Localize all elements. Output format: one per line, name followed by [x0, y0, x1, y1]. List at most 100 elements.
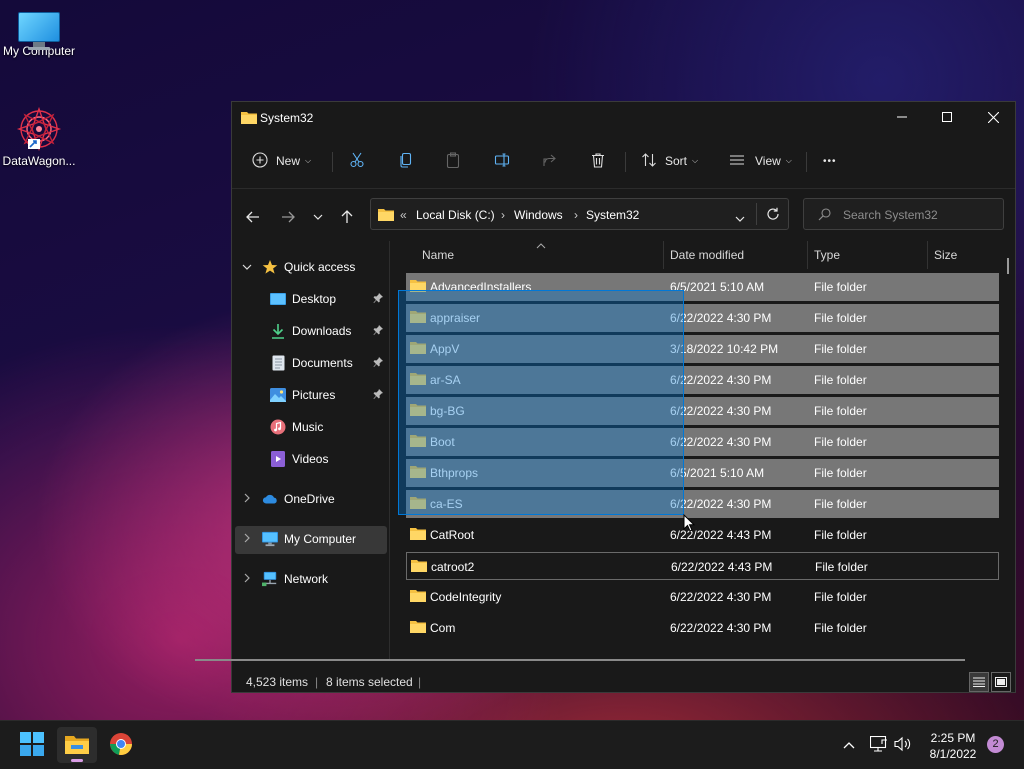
- table-row[interactable]: catroot2 6/22/2022 4:43 PM File folder: [406, 552, 999, 580]
- more-options-button[interactable]: •••: [823, 149, 837, 173]
- close-button[interactable]: [970, 102, 1016, 132]
- file-date: 6/5/2021 5:10 AM: [670, 280, 765, 294]
- file-type: File folder: [814, 373, 867, 387]
- sort-button[interactable]: Sort ⌵: [641, 149, 698, 173]
- breadcrumb-separator: ›: [574, 208, 578, 222]
- taskbar-file-explorer[interactable]: [57, 727, 97, 763]
- table-row[interactable]: Com 6/22/2022 4:30 PM File folder: [406, 614, 999, 642]
- title-bar[interactable]: System32: [232, 102, 1015, 134]
- new-button[interactable]: New ⌵: [252, 149, 311, 173]
- file-name: AppV: [430, 342, 460, 356]
- folder-icon: [410, 620, 426, 637]
- breadcrumb-overflow[interactable]: «: [400, 208, 407, 222]
- search-placeholder: Search System32: [843, 208, 938, 222]
- column-divider[interactable]: [663, 241, 664, 269]
- chevron-down-icon[interactable]: [242, 262, 252, 272]
- rename-button[interactable]: [494, 149, 510, 173]
- column-header-date[interactable]: Date modified: [670, 241, 810, 269]
- maximize-button[interactable]: [924, 102, 970, 132]
- breadcrumb-local-disk[interactable]: Local Disk (C:): [416, 208, 495, 222]
- file-date: 6/22/2022 4:30 PM: [670, 590, 772, 604]
- nav-item-documents[interactable]: Documents: [232, 349, 389, 377]
- folder-icon: [410, 310, 426, 327]
- column-divider[interactable]: [927, 241, 928, 269]
- view-button[interactable]: View ⌵: [729, 149, 792, 173]
- chevron-down-icon: ⌵: [305, 156, 312, 165]
- taskbar: 2:25 PM 8/1/2022: [0, 720, 1024, 769]
- table-row[interactable]: Bthprops 6/5/2021 5:10 AM File folder: [406, 459, 999, 487]
- active-indicator: [71, 759, 83, 762]
- nav-item-downloads[interactable]: Downloads: [232, 317, 389, 345]
- cut-button[interactable]: [349, 149, 365, 173]
- table-row[interactable]: Boot 6/22/2022 4:30 PM File folder: [406, 428, 999, 456]
- paste-button[interactable]: [445, 149, 461, 173]
- column-divider[interactable]: [807, 241, 808, 269]
- nav-item-desktop[interactable]: Desktop: [232, 285, 389, 313]
- address-bar[interactable]: « Local Disk (C:) › Windows › System32: [370, 198, 789, 230]
- folder-icon: [241, 110, 257, 127]
- details-view-button[interactable]: [969, 672, 989, 692]
- copy-button[interactable]: [398, 149, 414, 173]
- download-arrow-icon: [270, 323, 286, 339]
- desktop-icon-datawagon[interactable]: DataWagon...: [0, 106, 79, 168]
- taskbar-clock[interactable]: 2:25 PM 8/1/2022: [922, 730, 984, 762]
- file-list: Name Date modified Type Size AdvancedIns…: [390, 241, 1015, 661]
- clock-date: 8/1/2022: [929, 747, 977, 761]
- chevron-right-icon[interactable]: [244, 533, 250, 545]
- chevron-right-icon[interactable]: [244, 573, 250, 585]
- recent-locations-button[interactable]: [306, 205, 330, 229]
- cloud-icon: [262, 491, 278, 507]
- nav-item-my-computer[interactable]: My Computer: [232, 525, 389, 553]
- share-button[interactable]: [542, 149, 558, 173]
- file-date: 6/22/2022 4:43 PM: [671, 560, 773, 574]
- column-header-type[interactable]: Type: [814, 241, 924, 269]
- minimize-button[interactable]: [879, 102, 925, 132]
- start-button[interactable]: [12, 727, 52, 763]
- delete-button[interactable]: [590, 149, 606, 173]
- trash-icon: [590, 152, 606, 171]
- datawagon-app-icon: [16, 106, 62, 152]
- address-dropdown-chevron-icon[interactable]: [735, 211, 745, 225]
- folder-icon: [410, 403, 426, 420]
- nav-item-onedrive[interactable]: OneDrive: [232, 485, 389, 513]
- notification-badge[interactable]: 2: [987, 736, 1004, 753]
- desktop-icon-label: DataWagon...: [2, 154, 76, 168]
- music-icon: [270, 419, 286, 435]
- table-row[interactable]: ar-SA 6/22/2022 4:30 PM File folder: [406, 366, 999, 394]
- nav-item-label: Network: [284, 572, 329, 586]
- large-icons-view-button[interactable]: [991, 672, 1011, 692]
- chevron-down-icon: ⌵: [785, 156, 792, 165]
- show-hidden-icons-button[interactable]: [843, 721, 855, 769]
- volume-button[interactable]: [894, 721, 912, 769]
- more-icon: •••: [823, 155, 837, 167]
- file-type: File folder: [814, 497, 867, 511]
- nav-item-quick-access[interactable]: Quick access: [232, 253, 389, 281]
- forward-button[interactable]: [276, 205, 300, 229]
- table-row[interactable]: appraiser 6/22/2022 4:30 PM File folder: [406, 304, 999, 332]
- file-date: 6/22/2022 4:30 PM: [670, 435, 772, 449]
- table-row[interactable]: AppV 3/18/2022 10:42 PM File folder: [406, 335, 999, 363]
- network-status-button[interactable]: [869, 721, 888, 769]
- breadcrumb-windows[interactable]: Windows: [514, 208, 563, 222]
- taskbar-chrome[interactable]: [101, 727, 141, 763]
- back-button[interactable]: [241, 205, 265, 229]
- nav-item-videos[interactable]: Videos: [232, 445, 389, 473]
- column-header-size[interactable]: Size: [934, 241, 994, 269]
- nav-item-pictures[interactable]: Pictures: [232, 381, 389, 409]
- table-row[interactable]: bg-BG 6/22/2022 4:30 PM File folder: [406, 397, 999, 425]
- chevron-right-icon[interactable]: [244, 493, 250, 505]
- desktop-icon-my-computer[interactable]: My Computer: [0, 12, 79, 58]
- horizontal-scrollbar[interactable]: [195, 659, 965, 661]
- table-row[interactable]: CatRoot 6/22/2022 4:43 PM File folder: [406, 521, 999, 549]
- table-row[interactable]: AdvancedInstallers 6/5/2021 5:10 AM File f…: [406, 273, 999, 301]
- breadcrumb-system32[interactable]: System32: [586, 208, 639, 222]
- vertical-scrollbar[interactable]: [1007, 258, 1009, 274]
- search-input[interactable]: Search System32: [803, 198, 1004, 230]
- sort-icon: [641, 152, 657, 171]
- nav-item-network[interactable]: Network: [232, 565, 389, 593]
- table-row[interactable]: ca-ES 6/22/2022 4:30 PM File folder: [406, 490, 999, 518]
- nav-item-music[interactable]: Music: [232, 413, 389, 441]
- refresh-icon[interactable]: [766, 207, 780, 224]
- up-button[interactable]: [335, 205, 359, 229]
- table-row[interactable]: CodeIntegrity 6/22/2022 4:30 PM File folde…: [406, 583, 999, 611]
